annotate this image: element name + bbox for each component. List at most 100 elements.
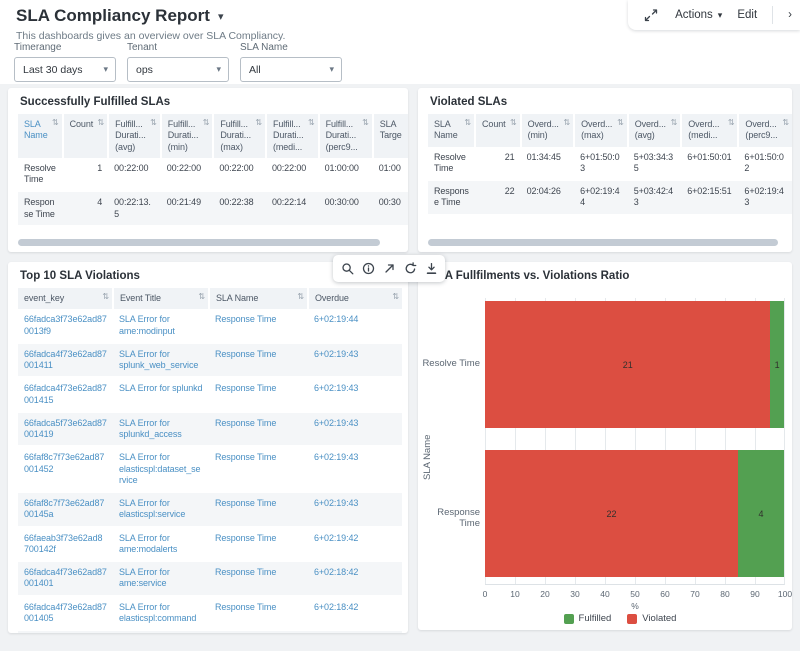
actions-button[interactable]: Actions ▾	[675, 9, 722, 21]
event-key-link[interactable]: 66fadca4f73e62ad87001409	[18, 630, 113, 633]
event-title-link[interactable]: SLA Error for ame:service	[113, 561, 209, 596]
event-key-link[interactable]: 66fadca4f73e62ad87001401	[18, 561, 113, 596]
sla-name-link[interactable]: Response Time	[209, 492, 308, 527]
segment-fulfilled[interactable]: 1	[770, 301, 784, 428]
x-tick: 90	[750, 589, 759, 599]
sla-name-link[interactable]: Response Time	[209, 377, 308, 412]
col-sla-target[interactable]: SLA Targe	[373, 114, 408, 158]
horizontal-scrollbar[interactable]	[18, 239, 380, 246]
col-overdue-max[interactable]: Overd... (max)⇅	[574, 114, 628, 147]
fullscreen-icon[interactable]	[642, 6, 660, 24]
event-title-link[interactable]: SLA Error for splunk_python	[113, 630, 209, 633]
col-duration-min[interactable]: Fulfill... Durati... (min)⇅	[161, 114, 214, 158]
col-duration-median[interactable]: Fulfill... Durati... (medi...⇅	[266, 114, 319, 158]
cell: 4	[63, 191, 109, 226]
overdue-link[interactable]: 6+02:19:43	[308, 377, 402, 412]
panel-title: Violated SLAs	[418, 88, 792, 114]
event-key-link[interactable]: 66fadca4f73e62ad87001411	[18, 343, 113, 378]
event-key-link[interactable]: 66faeab3f73e62ad8700142f	[18, 527, 113, 562]
download-icon[interactable]	[422, 260, 440, 278]
violated-table: SLA Name⇅ Count⇅ Overd... (min)⇅ Overd..…	[428, 114, 792, 216]
event-title-link[interactable]: SLA Error for elasticspl:command	[113, 596, 209, 631]
col-duration-max[interactable]: Fulfill... Durati... (max)⇅	[213, 114, 266, 158]
event-title-link[interactable]: SLA Error for elasticspl:service	[113, 492, 209, 527]
table-header-row: SLA Name⇅ Count⇅ Fulfill... Durati... (a…	[18, 114, 408, 158]
overdue-link[interactable]: 6+02:19:44	[308, 309, 402, 343]
collapse-chevron-button[interactable]: ›	[788, 9, 792, 21]
edit-button[interactable]: Edit	[737, 9, 757, 21]
col-duration-avg[interactable]: Fulfill... Durati... (avg)⇅	[108, 114, 161, 158]
event-title-link[interactable]: SLA Error for splunkd_access	[113, 412, 209, 447]
col-event-key[interactable]: event_key⇅	[18, 288, 113, 309]
sla-name-link[interactable]: Response Time	[209, 561, 308, 596]
open-in-search-icon[interactable]	[380, 260, 398, 278]
timerange-select[interactable]: Last 30 days ▾	[14, 57, 116, 82]
sla-name-link[interactable]: Response Time	[209, 596, 308, 631]
event-key-link[interactable]: 66faf8c7f73e62ad87001452	[18, 446, 113, 492]
overdue-link[interactable]: 6+02:19:42	[308, 527, 402, 562]
table-row: 66faeab3f73e62ad8700142fSLA Error for am…	[18, 527, 402, 562]
panel-fulfilled-slas: Successfully Fulfilled SLAs SLA Name⇅ Co…	[8, 88, 408, 252]
table-row: 66faf8c7f73e62ad8700145aSLA Error for el…	[18, 492, 402, 527]
sla-name-select[interactable]: All ▾	[240, 57, 342, 82]
col-overdue-avg[interactable]: Overd... (avg)⇅	[628, 114, 682, 147]
tenant-select[interactable]: ops ▾	[127, 57, 229, 82]
sla-name-link[interactable]: Response Time	[209, 412, 308, 447]
overdue-link[interactable]: 6+02:18:42	[308, 596, 402, 631]
filter-label: SLA Name	[240, 42, 353, 53]
overdue-link[interactable]: 6+02:19:43	[308, 492, 402, 527]
event-title-link[interactable]: SLA Error for splunk_web_service	[113, 343, 209, 378]
event-key-link[interactable]: 66fadca4f73e62ad87001405	[18, 596, 113, 631]
col-duration-perc95[interactable]: Fulfill... Durati... (perc9...⇅	[319, 114, 373, 158]
col-sla-name[interactable]: SLA Name⇅	[209, 288, 308, 309]
table-header-row: SLA Name⇅ Count⇅ Overd... (min)⇅ Overd..…	[428, 114, 792, 147]
legend-item-fulfilled[interactable]: Fulfilled	[564, 613, 612, 624]
overdue-link[interactable]: 6+02:19:43	[308, 446, 402, 492]
col-count[interactable]: Count⇅	[63, 114, 109, 158]
sla-name-link[interactable]: Response Time	[209, 446, 308, 492]
event-title-link[interactable]: SLA Error for ame:modalerts	[113, 527, 209, 562]
filter-tenant: Tenant ops ▾	[127, 42, 240, 82]
sla-name-link[interactable]: Response Time	[209, 630, 308, 633]
col-sla-name[interactable]: SLA Name⇅	[18, 114, 63, 158]
overdue-link[interactable]: 6+02:18:42	[308, 630, 402, 633]
segment-fulfilled[interactable]: 4	[738, 450, 784, 577]
sla-name-link[interactable]: Response Time	[209, 527, 308, 562]
event-key-link[interactable]: 66fadca4f73e62ad87001415	[18, 377, 113, 412]
title-caret-icon[interactable]: ▾	[218, 10, 224, 23]
overdue-link[interactable]: 6+02:18:42	[308, 561, 402, 596]
overdue-link[interactable]: 6+02:19:43	[308, 412, 402, 447]
refresh-icon[interactable]	[401, 260, 419, 278]
cell: 00:22:00	[266, 158, 319, 192]
horizontal-scrollbar[interactable]	[428, 239, 778, 246]
segment-violated[interactable]: 22	[485, 450, 738, 577]
sla-name-link[interactable]: Response Time	[209, 343, 308, 378]
col-overdue[interactable]: Overdue⇅	[308, 288, 402, 309]
filter-label: Tenant	[127, 42, 240, 53]
col-overdue-median[interactable]: Overd... (medi...⇅	[681, 114, 738, 147]
event-title-link[interactable]: SLA Error for ame:modinput	[113, 309, 209, 343]
event-key-link[interactable]: 66fadca5f73e62ad87001419	[18, 412, 113, 447]
event-key-link[interactable]: 66fadca3f73e62ad870013f9	[18, 309, 113, 343]
col-event-title[interactable]: Event Title⇅	[113, 288, 209, 309]
chart-legend: Fulfilled Violated	[455, 613, 785, 624]
legend-item-violated[interactable]: Violated	[627, 613, 676, 624]
segment-value: 1	[775, 360, 780, 370]
col-overdue-perc95[interactable]: Overd... (perc9...⇅	[738, 114, 792, 147]
event-title-link[interactable]: SLA Error for elasticspl:dataset_service	[113, 446, 209, 492]
segment-violated[interactable]: 21	[485, 301, 770, 428]
col-sla-name[interactable]: SLA Name⇅	[428, 114, 475, 147]
overdue-link[interactable]: 6+02:19:43	[308, 343, 402, 378]
cell: 01:00:00	[319, 158, 373, 192]
col-count[interactable]: Count⇅	[475, 114, 521, 147]
search-icon[interactable]	[338, 260, 356, 278]
chevron-down-icon: ▾	[216, 64, 221, 75]
event-key-link[interactable]: 66faf8c7f73e62ad8700145a	[18, 492, 113, 527]
event-title-link[interactable]: SLA Error for splunkd	[113, 377, 209, 412]
col-overdue-min[interactable]: Overd... (min)⇅	[521, 114, 575, 147]
legend-swatch-green	[564, 614, 574, 624]
info-icon[interactable]	[359, 260, 377, 278]
sort-icon: ⇅	[255, 118, 262, 128]
sla-name-link[interactable]: Response Time	[209, 309, 308, 343]
segment-value: 4	[758, 509, 763, 519]
